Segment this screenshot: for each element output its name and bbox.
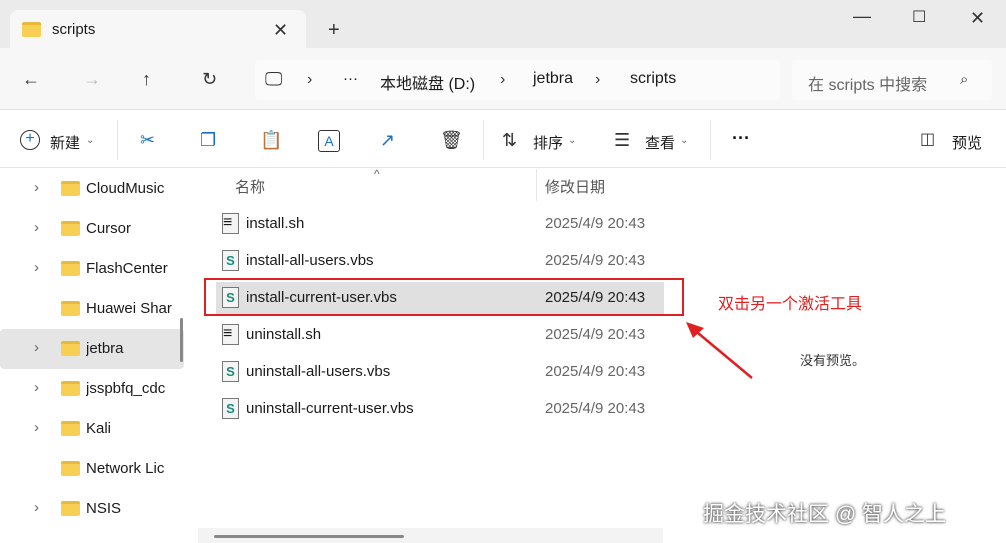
shell-script-icon: ≡ [222,213,239,234]
sidebar-item-label: jetbra [86,340,124,357]
folder-icon [61,261,80,276]
copy-icon[interactable]: ❐ [200,130,216,150]
sort-ascending-icon: ^ [374,167,380,181]
file-date: 2025/4/9 20:43 [545,363,646,380]
chevron-right-icon[interactable]: › [34,259,39,276]
file-date: 2025/4/9 20:43 [545,326,646,343]
sidebar-item-label: jsspbfq_cdc [86,380,166,397]
close-window-icon[interactable]: ✕ [970,8,985,28]
sidebar-item-label: Huawei Shar [86,300,172,317]
annotation-arrow-icon [686,322,753,379]
tab-title: scripts [52,21,96,38]
folder-icon [61,301,80,316]
preview-pane-icon: ◫ [920,131,936,148]
chevron-right-icon[interactable]: › [34,379,39,396]
column-date[interactable]: 修改日期 [545,176,605,197]
search-placeholder: 在 scripts 中搜索 [808,77,928,94]
sidebar-item[interactable]: Huawei Shar [0,289,184,329]
folder-icon [61,421,80,436]
no-preview-text: 没有预览。 [800,353,866,368]
new-tab-icon[interactable]: + [328,20,340,40]
breadcrumb-jetbra[interactable]: jetbra [533,70,573,88]
sort-icon: ⇅ [502,130,518,150]
folder-icon [61,461,80,476]
folder-icon [61,341,80,356]
chevron-right-icon[interactable]: › [34,219,39,236]
up-icon[interactable]: ↑ [142,69,151,89]
vbs-script-icon: S [222,361,239,382]
file-name: uninstall-all-users.vbs [246,363,391,380]
chevron-right-icon[interactable]: › [34,179,39,196]
file-date: 2025/4/9 20:43 [545,400,646,417]
file-name: uninstall-current-user.vbs [246,400,414,417]
breadcrumb-drive[interactable]: 本地磁盘 (D:) [380,70,475,94]
address-bar[interactable]: 🖵 › ··· 本地磁盘 (D:) › jetbra › scripts [255,60,780,100]
sidebar-item[interactable]: › Cursor [0,209,184,249]
horizontal-scrollbar-thumb[interactable] [214,535,404,538]
sidebar-item-label: Network Lic [86,460,165,477]
search-icon: ⌕ [960,71,969,88]
tab-scripts[interactable]: scripts ✕ [10,10,306,50]
sidebar-item[interactable]: › CloudMusic [0,169,184,209]
view-button[interactable]: 查看 [645,132,675,153]
delete-icon[interactable]: 🗑 [440,130,463,150]
sidebar-item[interactable]: › NSIS [0,489,184,529]
sidebar-item[interactable]: › jsspbfq_cdc [0,369,184,409]
breadcrumb-scripts[interactable]: scripts [630,70,676,88]
file-name: install-all-users.vbs [246,252,374,269]
chevron-right-icon: › [307,71,313,88]
more-button[interactable]: ··· [732,128,750,149]
computer-icon: 🖵 [265,69,283,89]
folder-icon [61,501,80,516]
vbs-script-icon: S [222,398,239,419]
file-date: 2025/4/9 20:43 [545,252,646,269]
preview-button[interactable]: 预览 [952,132,982,153]
rename-icon[interactable]: A [318,130,340,152]
sort-button[interactable]: 排序 [533,132,563,153]
sidebar-item-label: Kali [86,420,112,437]
chevron-right-icon[interactable]: › [34,419,39,436]
close-tab-icon[interactable]: ✕ [273,20,288,40]
sidebar-item[interactable]: › Kali [0,409,184,449]
sidebar-item-label: Cursor [86,220,132,237]
vbs-script-icon: S [222,250,239,271]
folder-icon [61,221,80,236]
folder-icon [61,381,80,396]
chevron-right-icon: › [595,71,601,88]
sidebar-item[interactable]: Network Lic [0,449,184,489]
paste-icon[interactable]: 📋 [260,130,282,150]
chevron-right-icon[interactable]: › [34,499,39,516]
shell-script-icon: ≡ [222,324,239,345]
chevron-right-icon: › [500,71,506,88]
maximize-icon[interactable]: ☐ [912,8,926,28]
breadcrumb-more[interactable]: ··· [343,70,358,87]
forward-icon[interactable]: → [83,69,101,89]
sidebar-item[interactable]: › jetbra [0,329,184,369]
column-name[interactable]: 名称 [235,176,265,197]
annotation-box [204,278,684,316]
file-name: install.sh [246,215,305,232]
sidebar-scrollbar[interactable] [180,318,183,362]
share-icon[interactable]: ↗ [380,130,395,150]
file-date: 2025/4/9 20:43 [545,215,646,232]
folder-icon [22,22,41,37]
file-name: uninstall.sh [246,326,322,343]
new-button[interactable]: 新建 [50,132,80,153]
folder-icon [61,181,80,196]
cut-icon[interactable]: ✂ [140,130,155,150]
sidebar-item-label: CloudMusic [86,180,165,197]
watermark: 掘金技术社区 @ 智人之上 [703,503,946,526]
sidebar-item[interactable]: › FlashCenter [0,249,184,289]
back-icon[interactable]: ← [22,69,40,89]
refresh-icon[interactable]: ↻ [202,69,217,89]
chevron-right-icon[interactable]: › [34,339,39,356]
minimize-icon[interactable]: — [853,6,871,26]
annotation-text: 双击另一个激活工具 [718,296,863,313]
search-input[interactable]: 在 scripts 中搜索 ⌕ [792,60,992,100]
sidebar-item-label: FlashCenter [86,260,168,277]
sidebar-item-label: NSIS [86,500,122,517]
view-icon: ☰ [614,130,631,150]
new-icon[interactable]: + [20,130,40,150]
